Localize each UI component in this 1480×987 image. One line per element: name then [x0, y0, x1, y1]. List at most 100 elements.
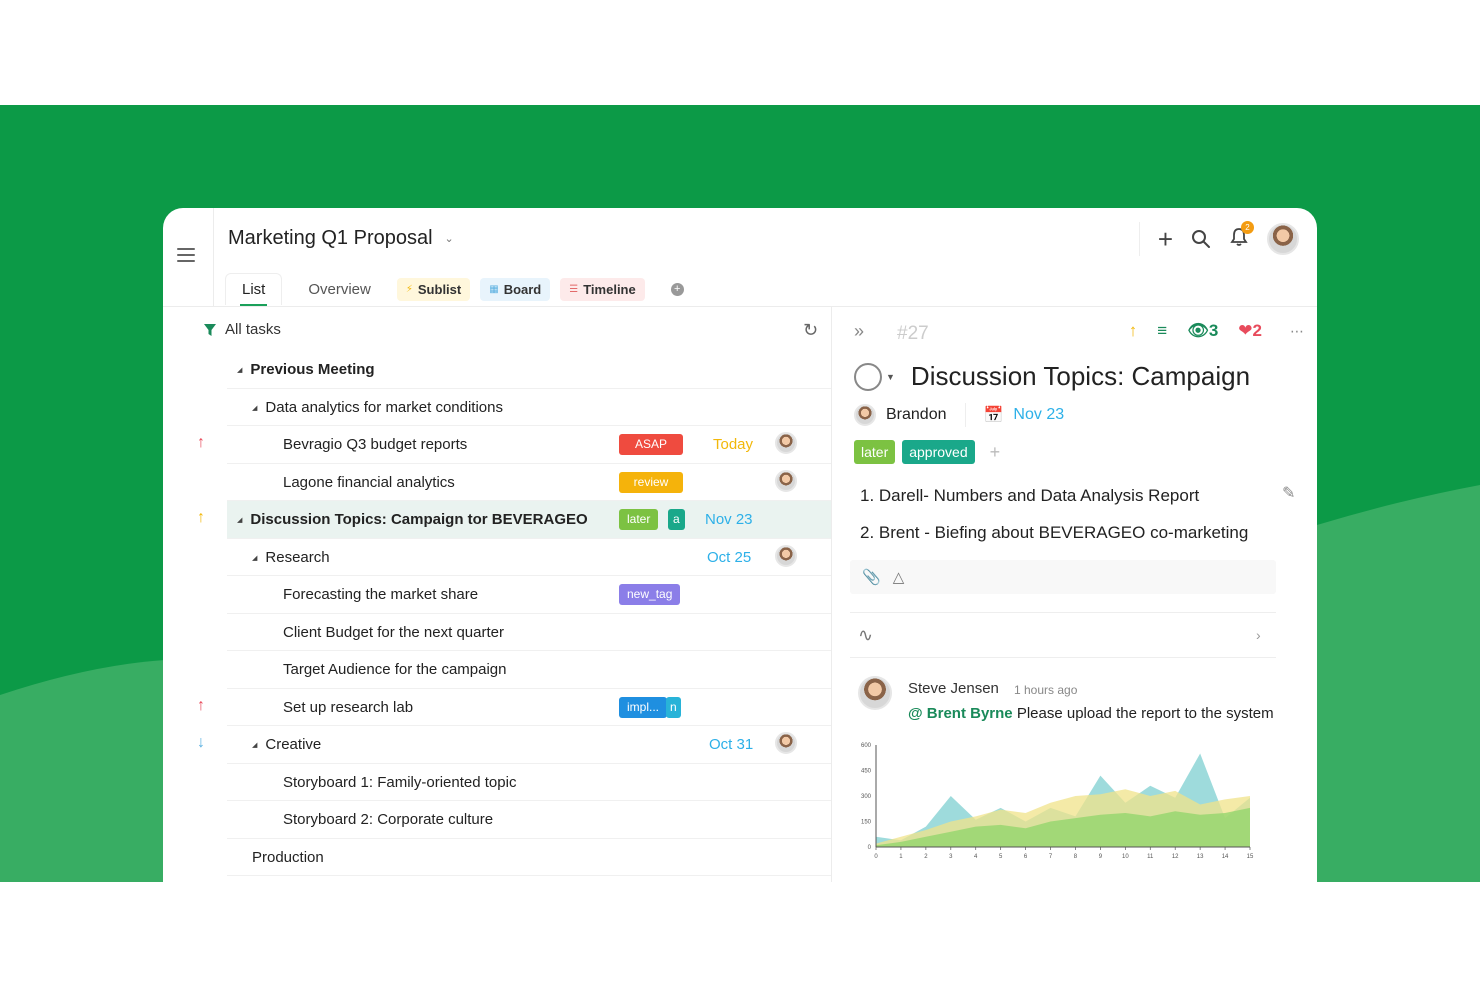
- task-due-date[interactable]: Today: [713, 436, 753, 453]
- task-name-text: Target Audience for the campaign: [283, 661, 507, 678]
- meta-divider: [964, 403, 966, 427]
- task-tag[interactable]: ASAP: [619, 434, 683, 455]
- task-assignee-avatar[interactable]: [775, 732, 797, 754]
- task-name[interactable]: Lagone financial analytics: [283, 474, 455, 491]
- task-assignee-avatar[interactable]: [775, 469, 797, 492]
- drive-icon[interactable]: △: [893, 568, 905, 586]
- task-row[interactable]: ↑ ◢ Discussion Topics: Campaign tor BEVERA…: [197, 501, 831, 539]
- task-name[interactable]: Production: [252, 849, 324, 866]
- task-tag[interactable]: later: [854, 440, 896, 464]
- expand-triangle-icon[interactable]: ◢: [252, 554, 257, 562]
- status-caret-icon[interactable]: ▼: [886, 372, 895, 382]
- task-row[interactable]: Lagone financial analytics review: [227, 464, 831, 501]
- task-tag[interactable]: a: [668, 509, 685, 530]
- menu-icon[interactable]: [177, 248, 195, 262]
- task-name[interactable]: Forecasting the market share: [283, 586, 478, 603]
- chart-x-tick-label: 0: [874, 854, 878, 860]
- task-name[interactable]: Client Budget for the next quarter: [283, 624, 504, 641]
- calendar-icon: 📅: [983, 407, 1004, 424]
- task-due-date[interactable]: Oct 31: [709, 736, 753, 753]
- task-name[interactable]: ◢ Previous Meeting: [237, 361, 375, 378]
- assignee-avatar[interactable]: [854, 404, 876, 426]
- task-name[interactable]: Storyboard 2: Corporate culture: [283, 811, 493, 828]
- chart-x-tick-label: 2: [924, 854, 928, 860]
- chevron-right-icon[interactable]: ›: [1256, 627, 1261, 643]
- task-row[interactable]: ↑ Bevragio Q3 budget reports ASAP Today: [197, 426, 831, 464]
- expand-triangle-icon[interactable]: ◢: [237, 516, 242, 524]
- task-name[interactable]: Target Audience for the campaign: [283, 661, 506, 678]
- task-row[interactable]: Storyboard 1: Family-oriented topic: [227, 764, 831, 801]
- priority-up-icon[interactable]: ↑: [1129, 321, 1138, 341]
- activity-icon[interactable]: ∿: [858, 625, 873, 646]
- add-view-icon[interactable]: +: [670, 282, 684, 296]
- attachment-bar[interactable]: 📎 △: [850, 560, 1276, 594]
- add-tag-icon[interactable]: +: [990, 442, 1001, 463]
- task-row[interactable]: ◢ Research Oct 25: [227, 539, 831, 576]
- expand-icon[interactable]: »: [854, 321, 864, 342]
- task-row[interactable]: Target Audience for the campaign: [227, 651, 831, 689]
- task-assignee-avatar[interactable]: [775, 544, 797, 567]
- subtasks-icon[interactable]: ≡: [1157, 321, 1167, 341]
- complete-checkbox[interactable]: [854, 362, 882, 391]
- tab-board[interactable]: ▦ Board: [480, 277, 551, 301]
- task-row[interactable]: Forecasting the market share new_tag: [227, 576, 831, 614]
- task-row[interactable]: Production: [227, 839, 831, 876]
- task-row[interactable]: ◢ Data analytics for market conditions: [227, 389, 831, 426]
- task-name[interactable]: ◢ Creative: [252, 736, 321, 753]
- chevron-down-icon[interactable]: ⌄: [445, 232, 454, 245]
- task-due-date[interactable]: Oct 25: [707, 549, 751, 566]
- task-name[interactable]: Bevragio Q3 budget reports: [283, 436, 467, 453]
- task-name[interactable]: Storyboard 1: Family-oriented topic: [283, 774, 516, 791]
- chart-y-tick-label: 600: [861, 743, 872, 749]
- due-date[interactable]: Nov 23: [1013, 406, 1064, 424]
- task-name[interactable]: ◢ Research: [252, 549, 330, 566]
- task-tag[interactable]: approved: [902, 440, 975, 464]
- task-tag[interactable]: later: [619, 509, 659, 530]
- assignee-name[interactable]: Brandon: [886, 406, 947, 424]
- filter-bar[interactable]: All tasks: [203, 321, 281, 338]
- likes-count: 2: [1252, 321, 1262, 340]
- task-tag[interactable]: n: [666, 696, 681, 718]
- task-tag[interactable]: review: [619, 471, 683, 493]
- task-assignee-avatar[interactable]: [775, 432, 797, 454]
- tab-overview[interactable]: Overview: [292, 274, 387, 305]
- watchers-button[interactable]: 👁3: [1187, 321, 1218, 341]
- priority-up-icon[interactable]: ↑: [197, 697, 205, 715]
- task-tag[interactable]: new_tag: [619, 584, 681, 605]
- tab-list[interactable]: List: [225, 273, 283, 306]
- task-name[interactable]: ◢ Discussion Topics: Campaign tor BEVERAG…: [237, 511, 588, 528]
- comment-mention[interactable]: @ Brent Byrne: [908, 705, 1013, 722]
- comment-author: Steve Jensen: [908, 680, 999, 697]
- task-row[interactable]: ↑ Set up research lab impl... n: [197, 689, 831, 726]
- expand-triangle-icon[interactable]: ◢: [252, 741, 257, 749]
- user-avatar[interactable]: [1267, 223, 1299, 255]
- search-icon[interactable]: [1191, 229, 1211, 249]
- task-list-panel: All tasks ↻ ◢ Previous Meeting ◢ Data analy…: [163, 307, 831, 882]
- notifications-button[interactable]: 2: [1229, 220, 1254, 252]
- priority-up-icon[interactable]: ↑: [197, 434, 205, 452]
- likes-button[interactable]: ❤2: [1238, 321, 1262, 341]
- task-row[interactable]: Storyboard 2: Corporate culture: [227, 801, 831, 839]
- priority-down-icon[interactable]: ↓: [197, 734, 205, 752]
- task-due-date[interactable]: Nov 23: [705, 511, 753, 528]
- expand-triangle-icon[interactable]: ◢: [237, 366, 242, 374]
- expand-triangle-icon[interactable]: ◢: [252, 404, 257, 412]
- task-title-row: ▼ Discussion Topics: Campaign: [854, 361, 1250, 392]
- paperclip-icon[interactable]: 📎: [862, 568, 881, 586]
- refresh-icon[interactable]: ↻: [803, 320, 818, 341]
- task-row[interactable]: ↓ ◢ Creative Oct 31: [197, 726, 831, 764]
- more-icon[interactable]: ⋯: [1290, 323, 1304, 340]
- add-icon[interactable]: +: [1158, 226, 1173, 252]
- edit-icon[interactable]: ✎: [1282, 483, 1295, 503]
- task-name[interactable]: Set up research lab: [283, 699, 413, 716]
- project-title[interactable]: Marketing Q1 Proposal ⌄: [228, 227, 454, 250]
- tab-timeline[interactable]: ☰ Timeline: [560, 277, 645, 301]
- task-description[interactable]: 1. Darell- Numbers and Data Analysis Rep…: [860, 477, 1248, 551]
- tab-sublist[interactable]: ⚡ Sublist: [396, 277, 471, 301]
- task-name[interactable]: ◢ Data analytics for market conditions: [252, 399, 503, 416]
- task-title[interactable]: Discussion Topics: Campaign: [911, 361, 1250, 392]
- task-tag[interactable]: impl...: [619, 696, 668, 718]
- priority-up-icon[interactable]: ↑: [197, 509, 205, 527]
- task-row[interactable]: Client Budget for the next quarter: [227, 614, 831, 651]
- task-row[interactable]: ◢ Previous Meeting: [227, 351, 831, 389]
